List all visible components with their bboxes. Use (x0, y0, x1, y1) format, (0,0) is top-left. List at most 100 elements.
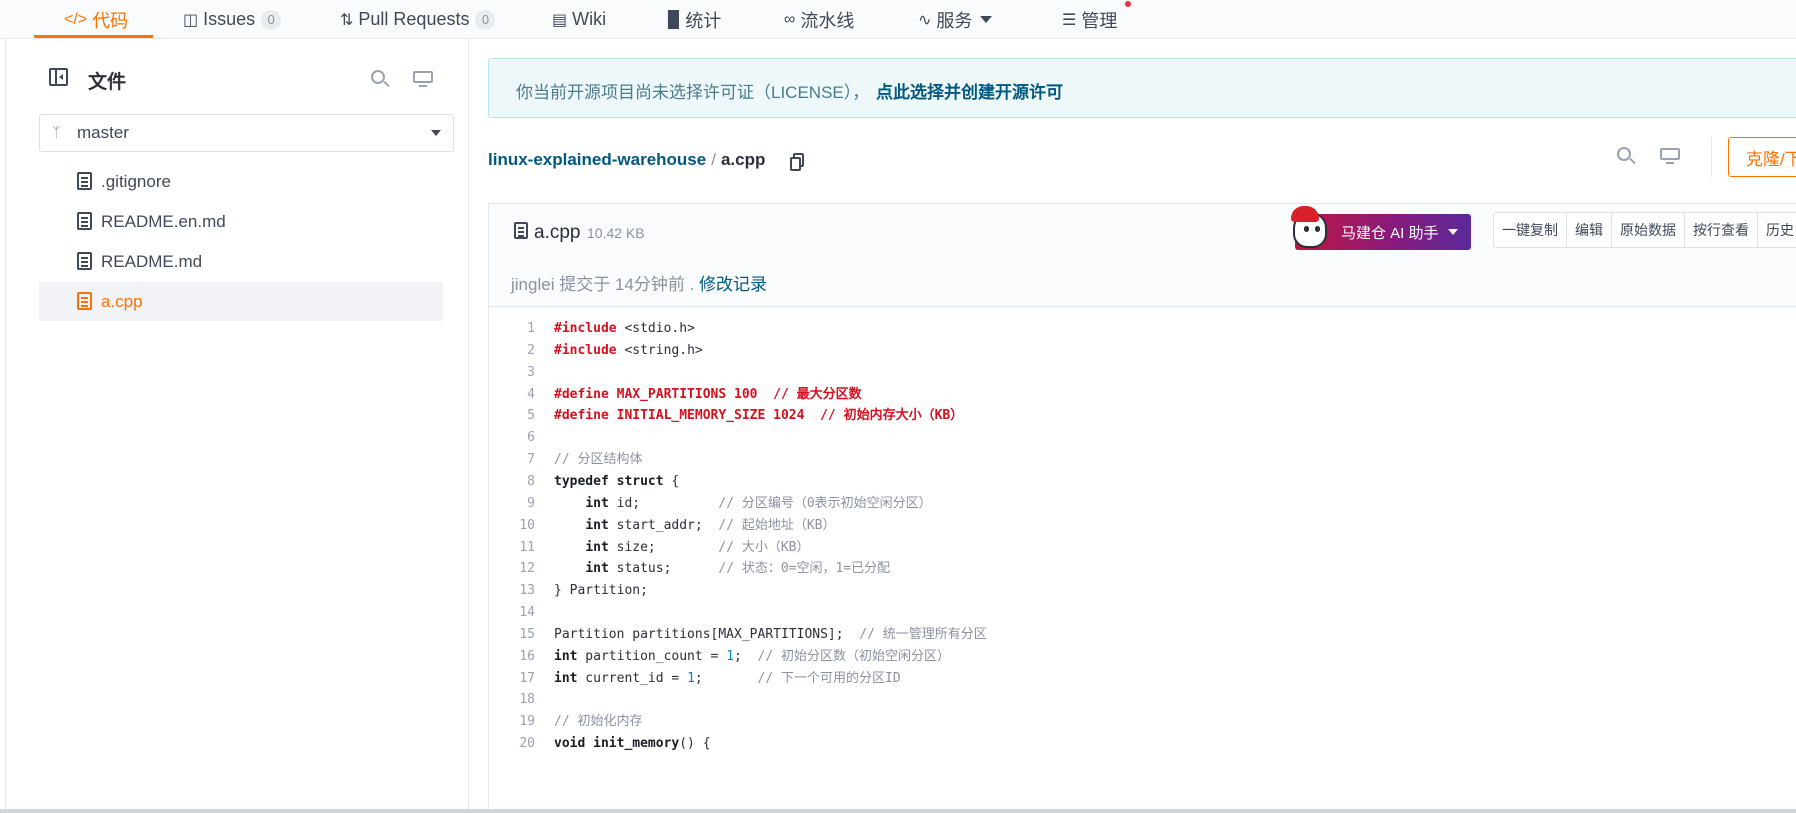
line-number[interactable]: 8 (489, 471, 535, 493)
tab-manage[interactable]: ☰ 管理 (1062, 0, 1117, 39)
line-number[interactable]: 15 (489, 624, 535, 646)
file-item-a-cpp[interactable]: a.cpp (39, 282, 443, 321)
commit-text: jinglei 提交于 14分钟前 . (511, 275, 695, 294)
code-text: #include <stdio.h> (554, 321, 695, 336)
code-line: 20 void init_memory() { (489, 733, 1796, 755)
tab-stats[interactable]: ▉ 统计 (668, 0, 721, 39)
breadcrumb-repo-link[interactable]: linux-explained-warehouse (488, 150, 706, 169)
web-ide-icon[interactable] (413, 71, 433, 88)
line-number[interactable]: 16 (489, 646, 535, 668)
code-icon: </> (64, 10, 88, 28)
license-notice: 你当前开源项目尚未选择许可证（LICENSE）， 点此选择并创建开源许可 (488, 58, 1796, 118)
line-number[interactable]: 7 (489, 449, 535, 471)
raw-button[interactable]: 原始数据 (1612, 213, 1685, 247)
chevron-down-icon (431, 130, 441, 136)
pull-requests-count-badge: 0 (475, 9, 496, 30)
line-number[interactable]: 11 (489, 537, 535, 559)
file-item-label: README.md (101, 251, 203, 271)
tab-pull-requests[interactable]: ⇅ Pull Requests 0 (340, 0, 496, 39)
window-bottom-edge (0, 809, 1796, 813)
line-number[interactable]: 1 (489, 318, 535, 340)
chevron-down-icon (980, 16, 993, 23)
branch-name: master (77, 123, 129, 142)
services-icon: ∿ (918, 11, 932, 29)
tab-wiki[interactable]: ▤ Wiki (552, 0, 606, 39)
line-number[interactable]: 10 (489, 515, 535, 537)
file-item-label: a.cpp (101, 291, 143, 311)
line-number[interactable]: 9 (489, 493, 535, 515)
file-icon (514, 222, 528, 239)
line-number[interactable]: 4 (489, 384, 535, 406)
copy-all-button[interactable]: 一键复制 (1494, 213, 1567, 247)
file-item-readme-en[interactable]: README.en.md (39, 202, 443, 241)
line-number[interactable]: 6 (489, 427, 535, 449)
file-header: a.cpp 10.42 KB 马建仓 AI 助手 一键复制 编辑 原始数据 按行… (489, 204, 1796, 307)
file-item-readme[interactable]: README.md (39, 242, 443, 281)
blame-button[interactable]: 按行查看 (1685, 213, 1758, 247)
code-text: } Partition; (554, 583, 648, 599)
tab-code-label: 代码 (92, 10, 129, 31)
manage-icon: ☰ (1062, 11, 1077, 29)
code-line: 10 int start_addr; // 起始地址（KB） (489, 515, 1796, 537)
tab-pipeline[interactable]: ∞ 流水线 (784, 0, 854, 39)
line-number[interactable]: 18 (489, 689, 535, 711)
pipeline-icon: ∞ (784, 10, 796, 28)
breadcrumb-separator: / (711, 150, 716, 169)
pull-request-icon: ⇅ (340, 11, 354, 29)
line-number[interactable]: 2 (489, 340, 535, 362)
copy-path-icon[interactable] (790, 153, 804, 171)
branch-selector[interactable]: ᛉ master (39, 114, 454, 152)
history-button[interactable]: 历史 (1758, 213, 1796, 247)
file-item-gitignore[interactable]: .gitignore (39, 162, 443, 201)
issues-icon: ◫ (183, 11, 199, 29)
code-text: // 分区结构体 (554, 452, 643, 468)
code-text: int current_id = 1; // 下一个可用的分区ID (554, 670, 901, 686)
clone-download-button[interactable]: 克隆/下载 (1728, 137, 1796, 177)
breadcrumb-file: a.cpp (720, 150, 766, 169)
tab-issues[interactable]: ◫ Issues 0 (183, 0, 282, 39)
web-ide-icon[interactable] (1660, 148, 1680, 165)
tab-issues-label: Issues (203, 9, 256, 29)
code-line: 9 int id; // 分区编号（0表示初始空闲分区） (489, 493, 1796, 515)
file-size: 10.42 KB (587, 225, 645, 241)
clone-download-label: 克隆/下载 (1746, 149, 1796, 169)
ai-mascot-icon (1289, 206, 1331, 252)
history-link[interactable]: 修改记录 (699, 275, 767, 294)
tab-services[interactable]: ∿ 服务 (918, 0, 993, 39)
code-line: 16 int partition_count = 1; // 初始分区数（初始空闲… (489, 646, 1796, 668)
line-number[interactable]: 3 (489, 362, 535, 384)
sidebar-title: 文件 (88, 72, 127, 93)
line-number[interactable]: 5 (489, 405, 535, 427)
code-line: 2 #include <string.h> (489, 340, 1796, 362)
code-line: 1 #include <stdio.h> (489, 318, 1796, 340)
file-action-group: 一键复制 编辑 原始数据 按行查看 历史 (1493, 212, 1796, 248)
line-number[interactable]: 12 (489, 558, 535, 580)
code-text: // 初始化内存 (554, 714, 643, 730)
line-number[interactable]: 13 (489, 580, 535, 602)
code-text: int start_addr; // 起始地址（KB） (585, 517, 836, 533)
code-line: 4 #define MAX_PARTITIONS 100 // 最大分区数 (489, 384, 1796, 406)
edit-button[interactable]: 编辑 (1567, 213, 1612, 247)
code-text: int size; // 大小（KB） (585, 539, 810, 555)
tab-manage-label: 管理 (1081, 10, 1118, 31)
code-line: 12 int status; // 状态：0=空闲，1=已分配 (489, 558, 1796, 580)
tab-code[interactable]: </> 代码 (64, 0, 128, 39)
line-number[interactable]: 17 (489, 668, 535, 690)
collapse-sidebar-icon[interactable] (49, 68, 68, 86)
search-icon[interactable] (1617, 147, 1636, 165)
line-number[interactable]: 14 (489, 602, 535, 624)
stats-icon: ▉ (668, 11, 681, 29)
code-line: 8 typedef struct { (489, 471, 1796, 493)
file-tree-sidebar: 文件 ᛉ master .gitignore README.en.md READ… (5, 39, 469, 813)
wiki-icon: ▤ (552, 11, 568, 29)
line-number[interactable]: 20 (489, 733, 535, 755)
file-viewer: a.cpp 10.42 KB 马建仓 AI 助手 一键复制 编辑 原始数据 按行… (488, 203, 1796, 813)
tab-wiki-label: Wiki (572, 9, 607, 29)
license-notice-text: 你当前开源项目尚未选择许可证（LICENSE）， (516, 83, 870, 102)
code-text: void init_memory() { (554, 736, 711, 752)
create-license-link[interactable]: 点此选择并创建开源许可 (876, 78, 1063, 103)
search-icon[interactable] (371, 70, 390, 88)
line-number[interactable]: 19 (489, 711, 535, 733)
code-text: int status; // 状态：0=空闲，1=已分配 (585, 561, 891, 577)
code-line: 15 Partition partitions[MAX_PARTITIONS]; … (489, 624, 1796, 646)
